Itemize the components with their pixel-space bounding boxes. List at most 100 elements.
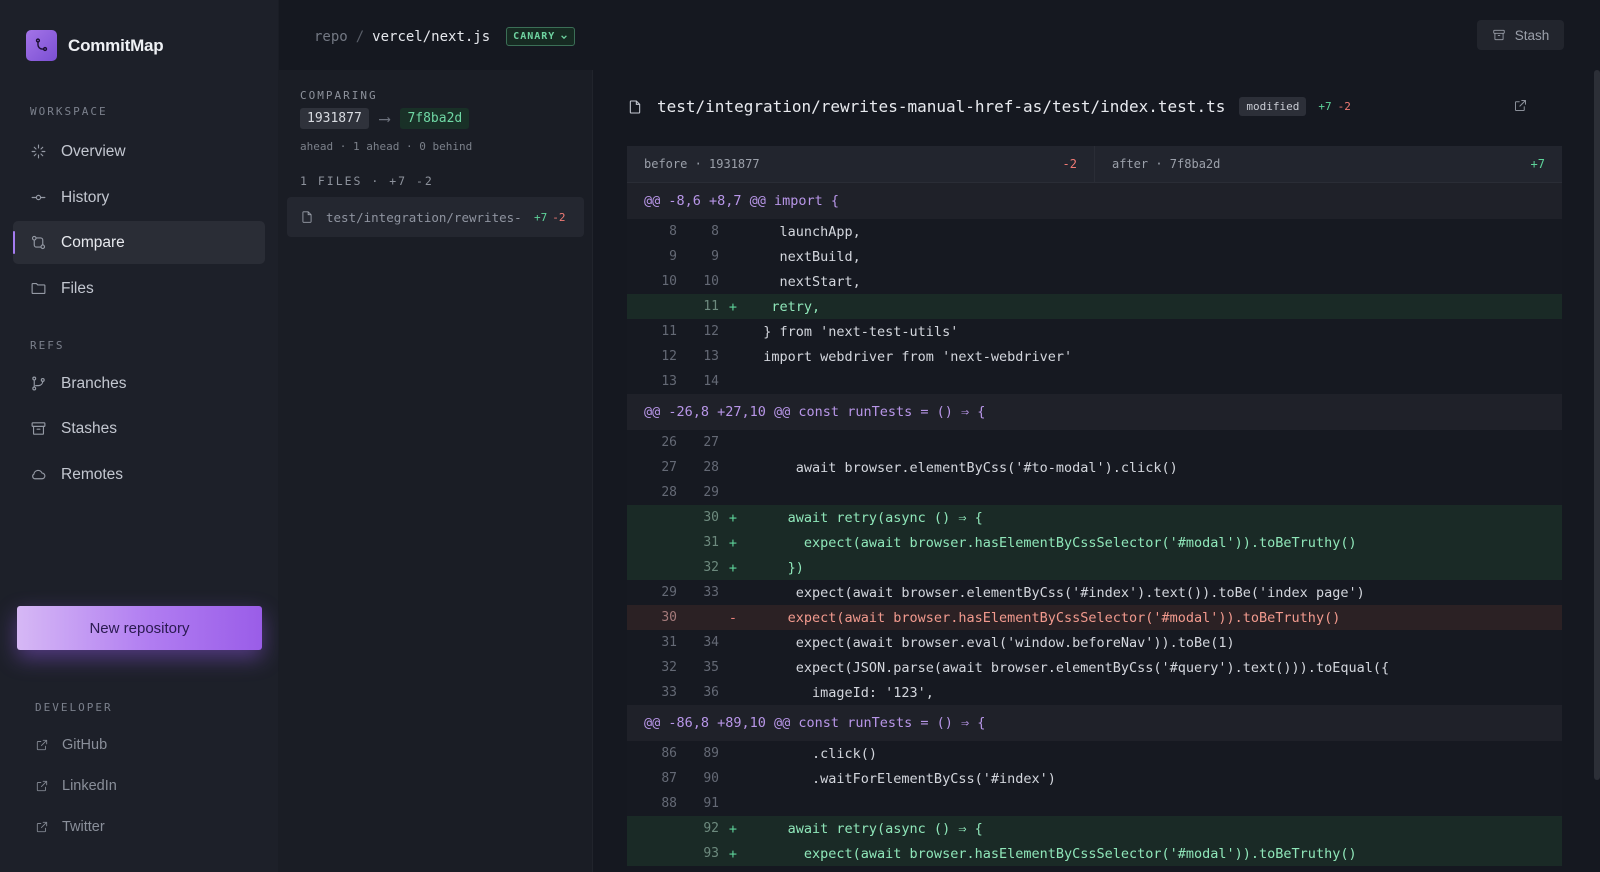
github-label: GitHub <box>62 737 108 753</box>
nav-label: Overview <box>61 142 126 160</box>
nav-label: Remotes <box>61 465 124 483</box>
chevron-down-icon <box>561 34 568 39</box>
diff-line: 12 13 import webdriver from 'next-webdriv… <box>627 344 1562 369</box>
code-text: expect(await browser.hasElementByCssSele… <box>747 845 1357 862</box>
status-badge: modified <box>1239 97 1307 116</box>
old-line-number: 10 <box>661 274 677 289</box>
nav-item-history[interactable]: History <box>13 176 265 219</box>
nav-label: Compare <box>61 233 125 251</box>
diff-line: 87 90 .waitForElementByCss('#index') <box>627 766 1562 791</box>
diff-file-path: test/integration/rewrites-manual-href-as… <box>657 97 1226 116</box>
nav-label: Branches <box>61 374 127 392</box>
file-icon <box>302 211 312 223</box>
nav-label: History <box>61 188 110 206</box>
before-label: before · 1931877 <box>644 157 760 171</box>
new-line-number: 11 <box>703 299 719 314</box>
diff-line: 30 + await retry(async () ⇒ { <box>627 505 1562 530</box>
after-column: after · 7f8ba2d +7 <box>1094 146 1562 182</box>
diff-line: 28 29 <box>627 480 1562 505</box>
base-sha[interactable]: 1931877 <box>300 108 369 129</box>
old-line-number: 87 <box>661 771 677 786</box>
code-text: expect(JSON.parse(await browser.elementB… <box>747 659 1390 676</box>
brand[interactable]: CommitMap <box>26 30 164 61</box>
after-label: after · 7f8ba2d <box>1112 157 1221 171</box>
diff-marker: - <box>728 609 738 626</box>
diff-line: 93 + expect(await browser.hasElementByCss… <box>627 841 1562 866</box>
nav-item-remotes[interactable]: Remotes <box>13 453 265 496</box>
file-name: test/integration/rewrites-… <box>326 209 522 225</box>
nav-item-stashes[interactable]: Stashes <box>13 407 265 450</box>
nav-item-files[interactable]: Files <box>13 267 265 310</box>
new-repository-button[interactable]: New repository <box>17 606 262 650</box>
nav-item-overview[interactable]: Overview <box>13 130 265 173</box>
new-line-number: 92 <box>703 821 719 836</box>
breadcrumb-root[interactable]: repo <box>314 29 348 45</box>
code-text: import webdriver from 'next-webdriver' <box>747 348 1073 365</box>
branch-name: CANARY <box>513 31 556 42</box>
code-text: } from 'next-test-utils' <box>747 323 959 340</box>
new-line-number: 8 <box>711 224 719 239</box>
files-summary: 1 FILES · +7 -2 <box>300 174 434 188</box>
diff-line: 11 12 } from 'next-test-utils' <box>627 319 1562 344</box>
diff-stats: +7 -2 <box>1318 100 1351 113</box>
linkedin-link[interactable]: LinkedIn <box>35 778 117 794</box>
old-line-number: 8 <box>669 224 677 239</box>
old-line-number: 33 <box>661 685 677 700</box>
breadcrumb-separator: / <box>355 28 365 45</box>
logo-icon <box>26 30 57 61</box>
before-column: before · 1931877 -2 <box>627 146 1094 182</box>
head-sha[interactable]: 7f8ba2d <box>400 108 470 129</box>
open-external-button[interactable] <box>1513 98 1528 113</box>
twitter-link[interactable]: Twitter <box>35 819 105 835</box>
new-line-number: 14 <box>703 374 719 389</box>
diff-line: 11 + retry, <box>627 294 1562 319</box>
diff-line: 88 91 <box>627 791 1562 816</box>
new-line-number: 32 <box>703 560 719 575</box>
comparing-label: COMPARING <box>300 89 378 102</box>
cloud-icon <box>32 469 46 480</box>
diff-marker: + <box>728 298 738 315</box>
code-text: retry, <box>747 298 821 315</box>
old-line-number: 26 <box>661 435 677 450</box>
arrow-right-icon: ⟶ <box>379 109 390 128</box>
compare-panel: COMPARING 1931877 ⟶ 7f8ba2d ahead · 1 ah… <box>279 70 593 872</box>
diff-line: 32 + }) <box>627 555 1562 580</box>
linkedin-label: LinkedIn <box>62 778 117 794</box>
ahead-behind-text: ahead · 1 ahead · 0 behind <box>300 140 473 153</box>
diff-line: 29 33 expect(await browser.elementByCss('… <box>627 580 1562 605</box>
new-line-number: 31 <box>703 535 719 550</box>
code-text: nextStart, <box>747 273 861 290</box>
code-text: }) <box>747 559 804 576</box>
stash-button[interactable]: Stash <box>1477 20 1564 50</box>
nav-item-branches[interactable]: Branches <box>13 362 265 405</box>
new-line-number: 34 <box>703 635 719 650</box>
diff-marker: + <box>728 534 738 551</box>
nav-item-compare[interactable]: Compare <box>13 221 265 264</box>
code-text: expect(await browser.hasElementByCssSele… <box>747 609 1341 626</box>
code-text: .waitForElementByCss('#index') <box>747 770 1056 787</box>
diff-hunks: @@ -8,6 +8,7 @@ import {8 8 launchApp, 9 9 … <box>627 183 1562 866</box>
code-text: nextBuild, <box>747 248 861 265</box>
nav-label: Stashes <box>61 419 118 437</box>
branch-selector[interactable]: CANARY <box>506 27 576 46</box>
folder-icon <box>31 282 46 295</box>
new-line-number: 10 <box>703 274 719 289</box>
sidebar: CommitMap WORKSPACE Overview History Com… <box>0 0 279 872</box>
file-icon <box>629 99 641 114</box>
topbar: repo / vercel/next.js CANARY Stash <box>279 0 1600 70</box>
new-line-number: 89 <box>703 746 719 761</box>
github-link[interactable]: GitHub <box>35 737 107 753</box>
diff-line: 32 35 expect(JSON.parse(await browser.ele… <box>627 655 1562 680</box>
file-list-item[interactable]: test/integration/rewrites-… +7 -2 <box>287 197 584 237</box>
repo-name[interactable]: vercel/next.js <box>372 29 490 45</box>
new-line-number: 28 <box>703 460 719 475</box>
scrollbar[interactable] <box>1594 70 1600 780</box>
diff-line: 33 36 imageId: '123', <box>627 680 1562 705</box>
code-text: expect(await browser.elementByCss('#inde… <box>747 584 1365 601</box>
old-line-number: 31 <box>661 635 677 650</box>
old-line-number: 29 <box>661 585 677 600</box>
refs-section-label: REFS <box>30 339 65 352</box>
diff-line: 8 8 launchApp, <box>627 219 1562 244</box>
diff-line: 92 + await retry(async () ⇒ { <box>627 816 1562 841</box>
diff-line: 9 9 nextBuild, <box>627 244 1562 269</box>
